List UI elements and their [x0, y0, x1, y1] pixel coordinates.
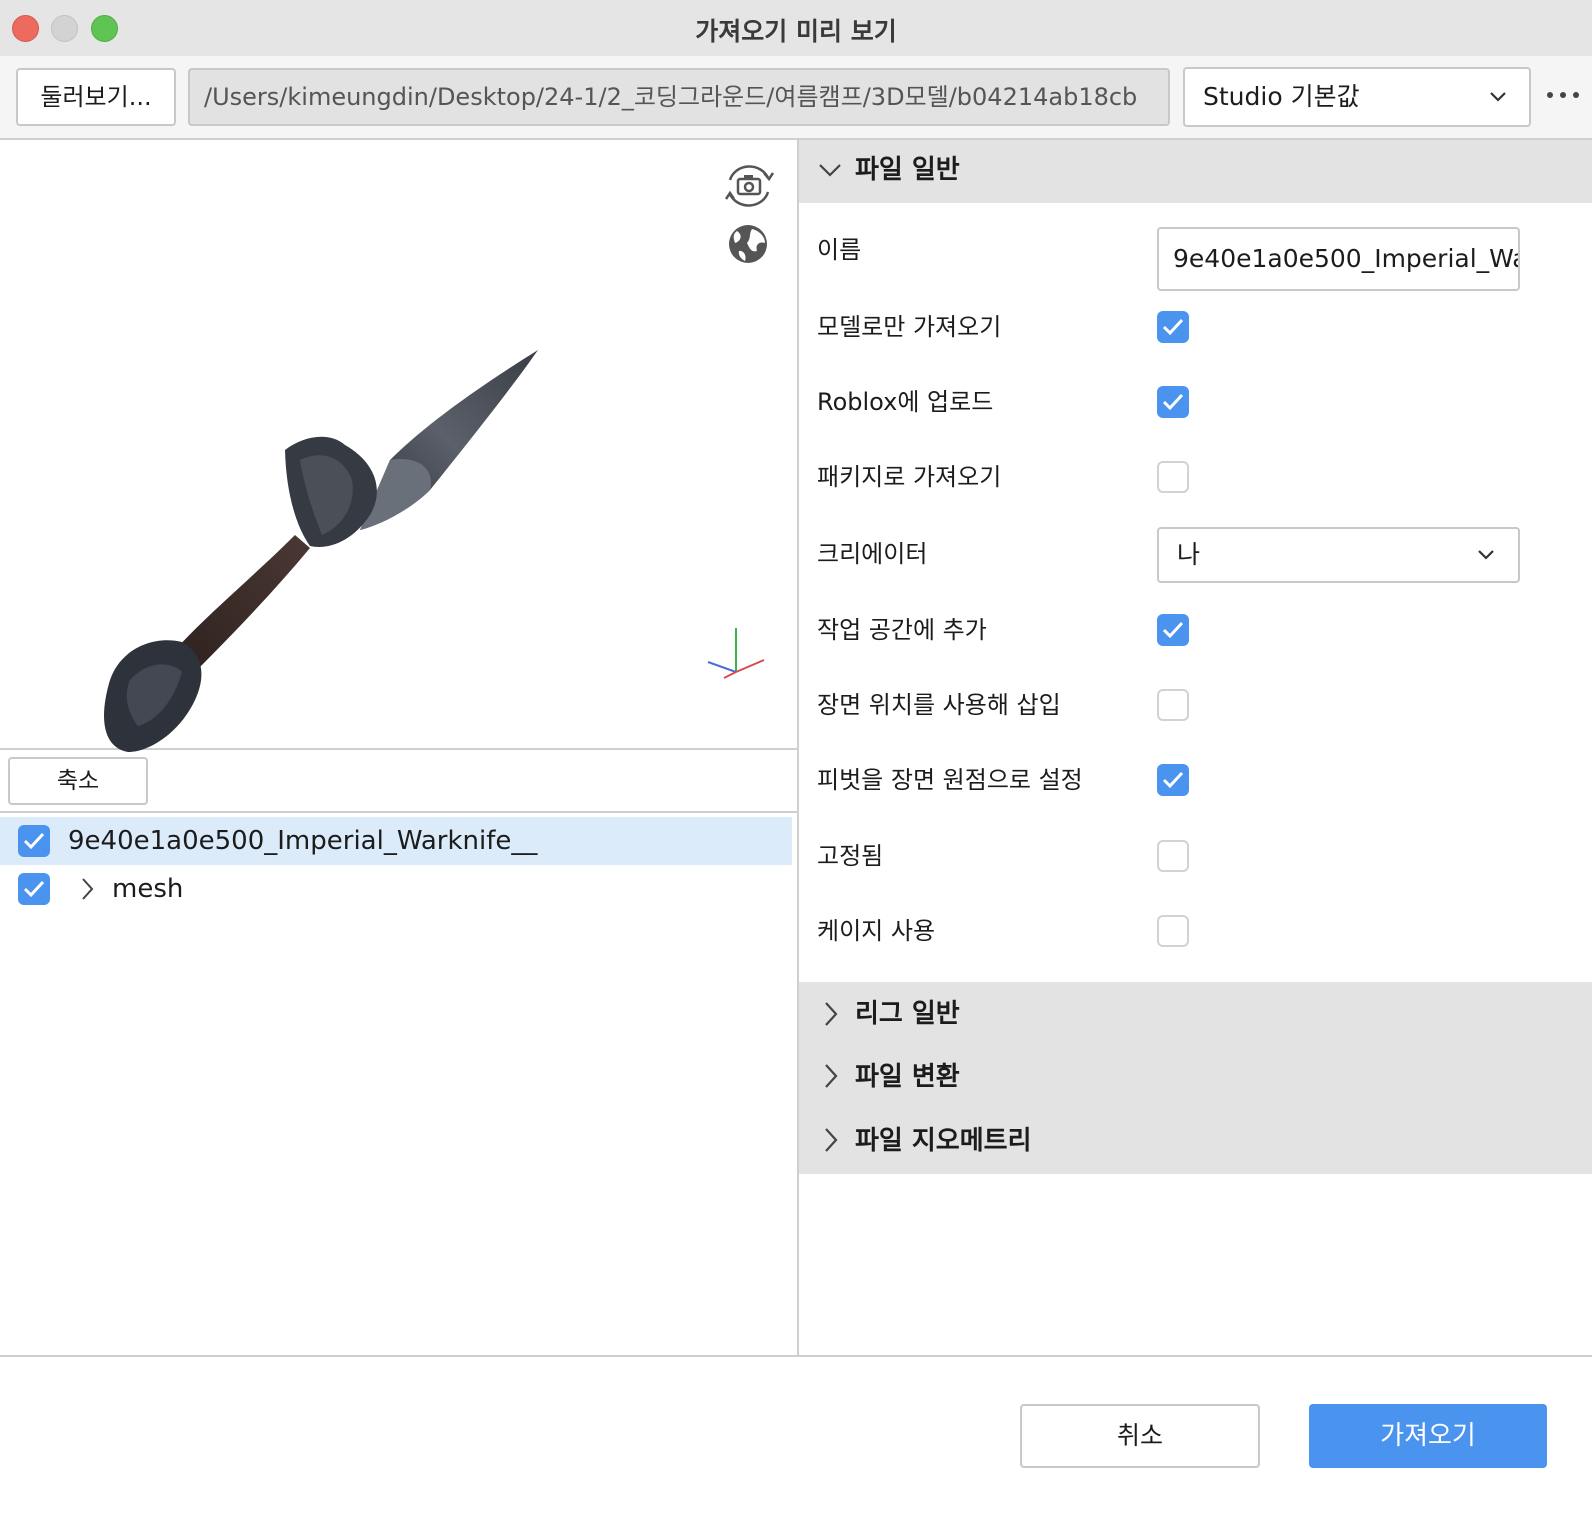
- globe-icon[interactable]: [727, 223, 769, 265]
- add-workspace-label: 작업 공간에 추가: [817, 616, 987, 644]
- tree-divider: [0, 811, 797, 813]
- browse-button[interactable]: 둘러보기...: [16, 68, 176, 126]
- upload-label: Roblox에 업로드: [817, 388, 994, 416]
- tree-root-label: 9e40e1a0e500_Imperial_Warknife__: [68, 826, 538, 856]
- section-rig-general-header[interactable]: 리그 일반: [799, 982, 1592, 1046]
- properties-panel: 파일 일반 이름 9e40e1a0e500_Imperial_Warknife_…: [799, 140, 1592, 1355]
- section-file-geometry-title: 파일 지오메트리: [855, 1126, 1032, 1156]
- scene-position-label: 장면 위치를 사용해 삽입: [817, 691, 1061, 719]
- name-label: 이름: [817, 236, 862, 264]
- window-title: 가져오기 미리 보기: [695, 17, 897, 46]
- scene-position-checkbox[interactable]: [1157, 689, 1189, 721]
- toolbar: 둘러보기... /Users/kimeungdin/Desktop/24-1/2…: [0, 56, 1592, 140]
- collapsed-sections-group: 리그 일반 파일 변환 파일 지오메트리: [799, 982, 1592, 1174]
- chevron-down-icon: [819, 164, 841, 177]
- footer-divider: [0, 1355, 1592, 1357]
- package-checkbox[interactable]: [1157, 461, 1189, 493]
- pivot-origin-label: 피벗을 장면 원점으로 설정: [817, 766, 1083, 794]
- section-file-transform-title: 파일 변환: [855, 1062, 960, 1092]
- section-file-general-title: 파일 일반: [855, 155, 960, 185]
- chevron-right-icon[interactable]: [80, 877, 94, 901]
- dagger-model: [104, 350, 538, 752]
- section-file-general-header[interactable]: 파일 일반: [799, 140, 1592, 203]
- creator-dropdown[interactable]: 나: [1157, 527, 1520, 583]
- section-rig-general-title: 리그 일반: [855, 999, 960, 1029]
- preset-dropdown[interactable]: Studio 기본값: [1183, 67, 1531, 127]
- section-file-transform-header[interactable]: 파일 변환: [799, 1046, 1592, 1110]
- cage-checkbox[interactable]: [1157, 915, 1189, 947]
- file-path-field[interactable]: /Users/kimeungdin/Desktop/24-1/2_코딩그라운드/…: [188, 68, 1170, 126]
- model-preview-viewport[interactable]: [0, 140, 797, 752]
- anchored-label: 고정됨: [817, 842, 884, 870]
- check-icon: [23, 880, 45, 898]
- chevron-right-icon: [825, 1002, 838, 1026]
- import-preview-window: 가져오기 미리 보기 둘러보기... /Users/kimeungdin/Des…: [0, 0, 1592, 1514]
- chevron-down-icon: [1490, 92, 1506, 102]
- check-icon: [1162, 771, 1184, 789]
- axis-gizmo-icon: [707, 628, 765, 679]
- check-icon: [1162, 393, 1184, 411]
- more-options-button[interactable]: [1545, 86, 1581, 106]
- chevron-right-icon: [825, 1128, 838, 1152]
- cage-label: 케이지 사용: [817, 917, 936, 945]
- add-workspace-checkbox[interactable]: [1157, 614, 1189, 646]
- title-bar: 가져오기 미리 보기: [0, 0, 1592, 56]
- model-only-checkbox[interactable]: [1157, 311, 1189, 343]
- tree-row-mesh[interactable]: mesh: [0, 865, 792, 913]
- check-icon: [1162, 318, 1184, 336]
- upload-checkbox[interactable]: [1157, 386, 1189, 418]
- anchored-checkbox[interactable]: [1157, 840, 1189, 872]
- cancel-button[interactable]: 취소: [1020, 1404, 1260, 1468]
- chevron-right-icon: [825, 1064, 838, 1088]
- tree-row-root[interactable]: 9e40e1a0e500_Imperial_Warknife__: [0, 817, 792, 865]
- package-label: 패키지로 가져오기: [817, 463, 1002, 491]
- pivot-origin-checkbox[interactable]: [1157, 764, 1189, 796]
- creator-value: 나: [1177, 540, 1201, 569]
- creator-label: 크리에이터: [817, 540, 928, 568]
- collapse-button[interactable]: 축소: [8, 757, 148, 805]
- camera-rotate-icon[interactable]: [720, 160, 778, 212]
- check-icon: [1162, 621, 1184, 639]
- tree-root-checkbox[interactable]: [18, 825, 50, 857]
- import-button[interactable]: 가져오기: [1309, 1404, 1547, 1468]
- section-file-geometry-header[interactable]: 파일 지오메트리: [799, 1110, 1592, 1174]
- tree-mesh-checkbox[interactable]: [18, 873, 50, 905]
- preset-value: Studio 기본값: [1203, 82, 1360, 111]
- tree-mesh-label: mesh: [112, 874, 184, 904]
- model-only-label: 모델로만 가져오기: [817, 313, 1002, 341]
- chevron-down-icon: [1478, 550, 1494, 560]
- name-input[interactable]: 9e40e1a0e500_Imperial_Warknife__: [1157, 227, 1520, 291]
- check-icon: [23, 832, 45, 850]
